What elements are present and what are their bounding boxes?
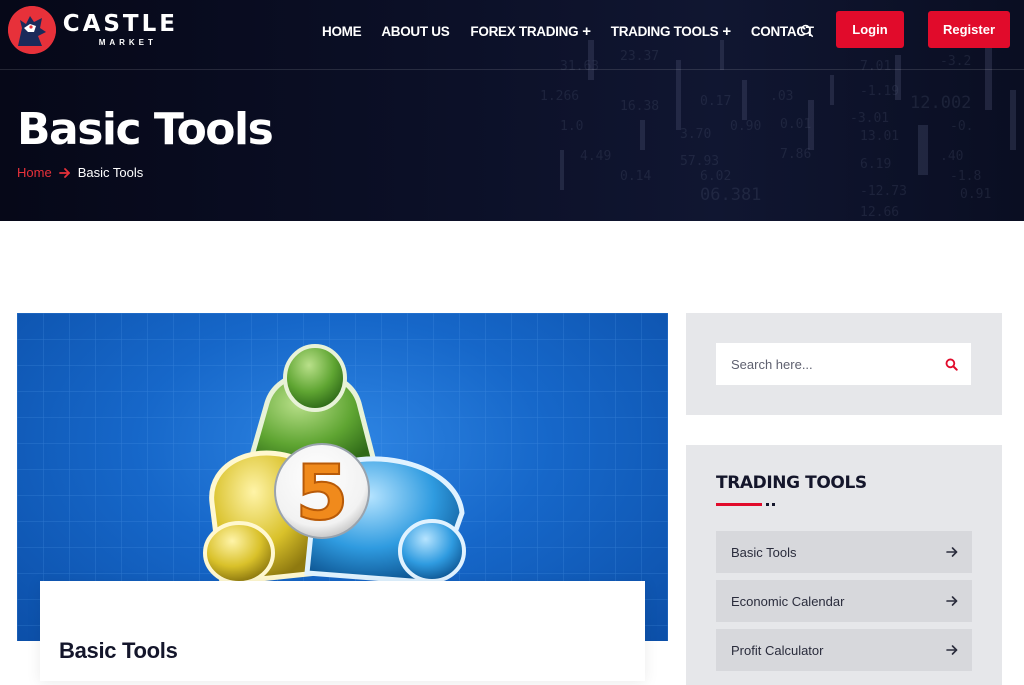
sidebar-search-submit-icon[interactable] <box>931 343 971 385</box>
svg-text:6.19: 6.19 <box>860 157 891 172</box>
svg-text:1.0: 1.0 <box>560 119 583 134</box>
trading-tools-title: TRADING TOOLS <box>716 473 867 493</box>
svg-text:3.70: 3.70 <box>680 127 711 142</box>
header-search-icon[interactable] <box>800 24 816 40</box>
svg-text:12.002: 12.002 <box>910 93 971 113</box>
breadcrumb-current: Basic Tools <box>77 165 144 180</box>
title-dots <box>766 503 775 506</box>
nav-forex-trading[interactable]: FOREX TRADING + <box>470 22 591 40</box>
tool-item-label: Profit Calculator <box>731 642 824 658</box>
svg-text:0.90: 0.90 <box>730 119 761 134</box>
register-button[interactable]: Register <box>928 11 1010 48</box>
svg-text:57.93: 57.93 <box>680 154 719 169</box>
svg-text:0.91: 0.91 <box>960 187 991 202</box>
sidebar-search-widget <box>686 313 1002 415</box>
brand-name: CASTLE <box>62 11 178 37</box>
breadcrumb: Home Basic Tools <box>17 165 143 180</box>
svg-text:-12.73: -12.73 <box>860 184 907 199</box>
title-underline <box>716 503 762 506</box>
svg-text:12.66: 12.66 <box>860 205 899 220</box>
tool-item-label: Basic Tools <box>731 544 797 560</box>
svg-text:4.49: 4.49 <box>580 149 611 164</box>
breadcrumb-home-link[interactable]: Home <box>17 165 52 180</box>
nav-home-label: HOME <box>322 23 362 39</box>
page-hero: 31.63 23.37 7.01 -3.2 1.266 16.38 0.17.03 -1.1… <box>0 0 1024 221</box>
submenu-plus-icon: + <box>722 22 731 40</box>
brand-tagline: MARKET <box>98 38 157 47</box>
trading-tools-list: Basic Tools Economic Calendar Profit Cal… <box>716 531 972 678</box>
svg-text:.40: .40 <box>940 149 963 164</box>
arrow-right-icon <box>58 167 70 178</box>
svg-text:.03: .03 <box>770 89 793 104</box>
metatrader-5-badge: 5 <box>296 448 349 537</box>
svg-text:13.01: 13.01 <box>860 129 899 144</box>
castle-logo-icon <box>8 6 56 54</box>
svg-text:0.01: 0.01 <box>780 117 811 132</box>
tool-item-profit-calculator[interactable]: Profit Calculator <box>716 629 972 671</box>
nav-about-us[interactable]: ABOUT US <box>381 22 449 40</box>
submenu-plus-icon: + <box>582 22 591 40</box>
sidebar-search-input[interactable] <box>716 343 931 385</box>
arrow-right-icon <box>946 547 958 557</box>
nav-home[interactable]: HOME <box>322 22 362 40</box>
page-title: Basic Tools <box>17 104 274 155</box>
nav-trading-tools[interactable]: TRADING TOOLS + <box>611 22 731 40</box>
site-logo[interactable]: CASTLE MARKET <box>8 5 178 55</box>
svg-text:7.86: 7.86 <box>780 147 811 162</box>
svg-text:1.266: 1.266 <box>540 89 579 104</box>
article-card-title[interactable]: Basic Tools <box>59 638 178 664</box>
nav-forex-trading-label: FOREX TRADING <box>470 23 579 39</box>
svg-text:-0.: -0. <box>950 119 973 134</box>
svg-text:06.381: 06.381 <box>700 185 761 205</box>
svg-text:16.38: 16.38 <box>620 99 659 114</box>
top-navigation: CASTLE MARKET HOME ABOUT US FOREX TRADIN… <box>0 0 1024 70</box>
tool-item-label: Economic Calendar <box>731 593 845 609</box>
svg-text:-1.8: -1.8 <box>950 169 981 184</box>
nav-about-us-label: ABOUT US <box>381 23 450 39</box>
svg-text:0.17: 0.17 <box>700 94 731 109</box>
svg-text:-3.01: -3.01 <box>850 111 889 126</box>
tool-item-economic-calendar[interactable]: Economic Calendar <box>716 580 972 622</box>
main-menu: HOME ABOUT US FOREX TRADING + TRADING TO… <box>322 22 814 40</box>
svg-text:-1.19: -1.19 <box>860 84 899 99</box>
arrow-right-icon <box>946 596 958 606</box>
trading-tools-widget: TRADING TOOLS Basic Tools Economic Calen… <box>686 445 1002 685</box>
sidebar-search-box <box>716 343 971 385</box>
article-card: Basic Tools <box>40 581 645 681</box>
svg-text:0.14: 0.14 <box>620 169 651 184</box>
tool-item-basic-tools[interactable]: Basic Tools <box>716 531 972 573</box>
arrow-right-icon <box>946 645 958 655</box>
login-button[interactable]: Login <box>836 11 904 48</box>
nav-trading-tools-label: TRADING TOOLS <box>610 23 719 39</box>
svg-text:6.02: 6.02 <box>700 169 731 184</box>
